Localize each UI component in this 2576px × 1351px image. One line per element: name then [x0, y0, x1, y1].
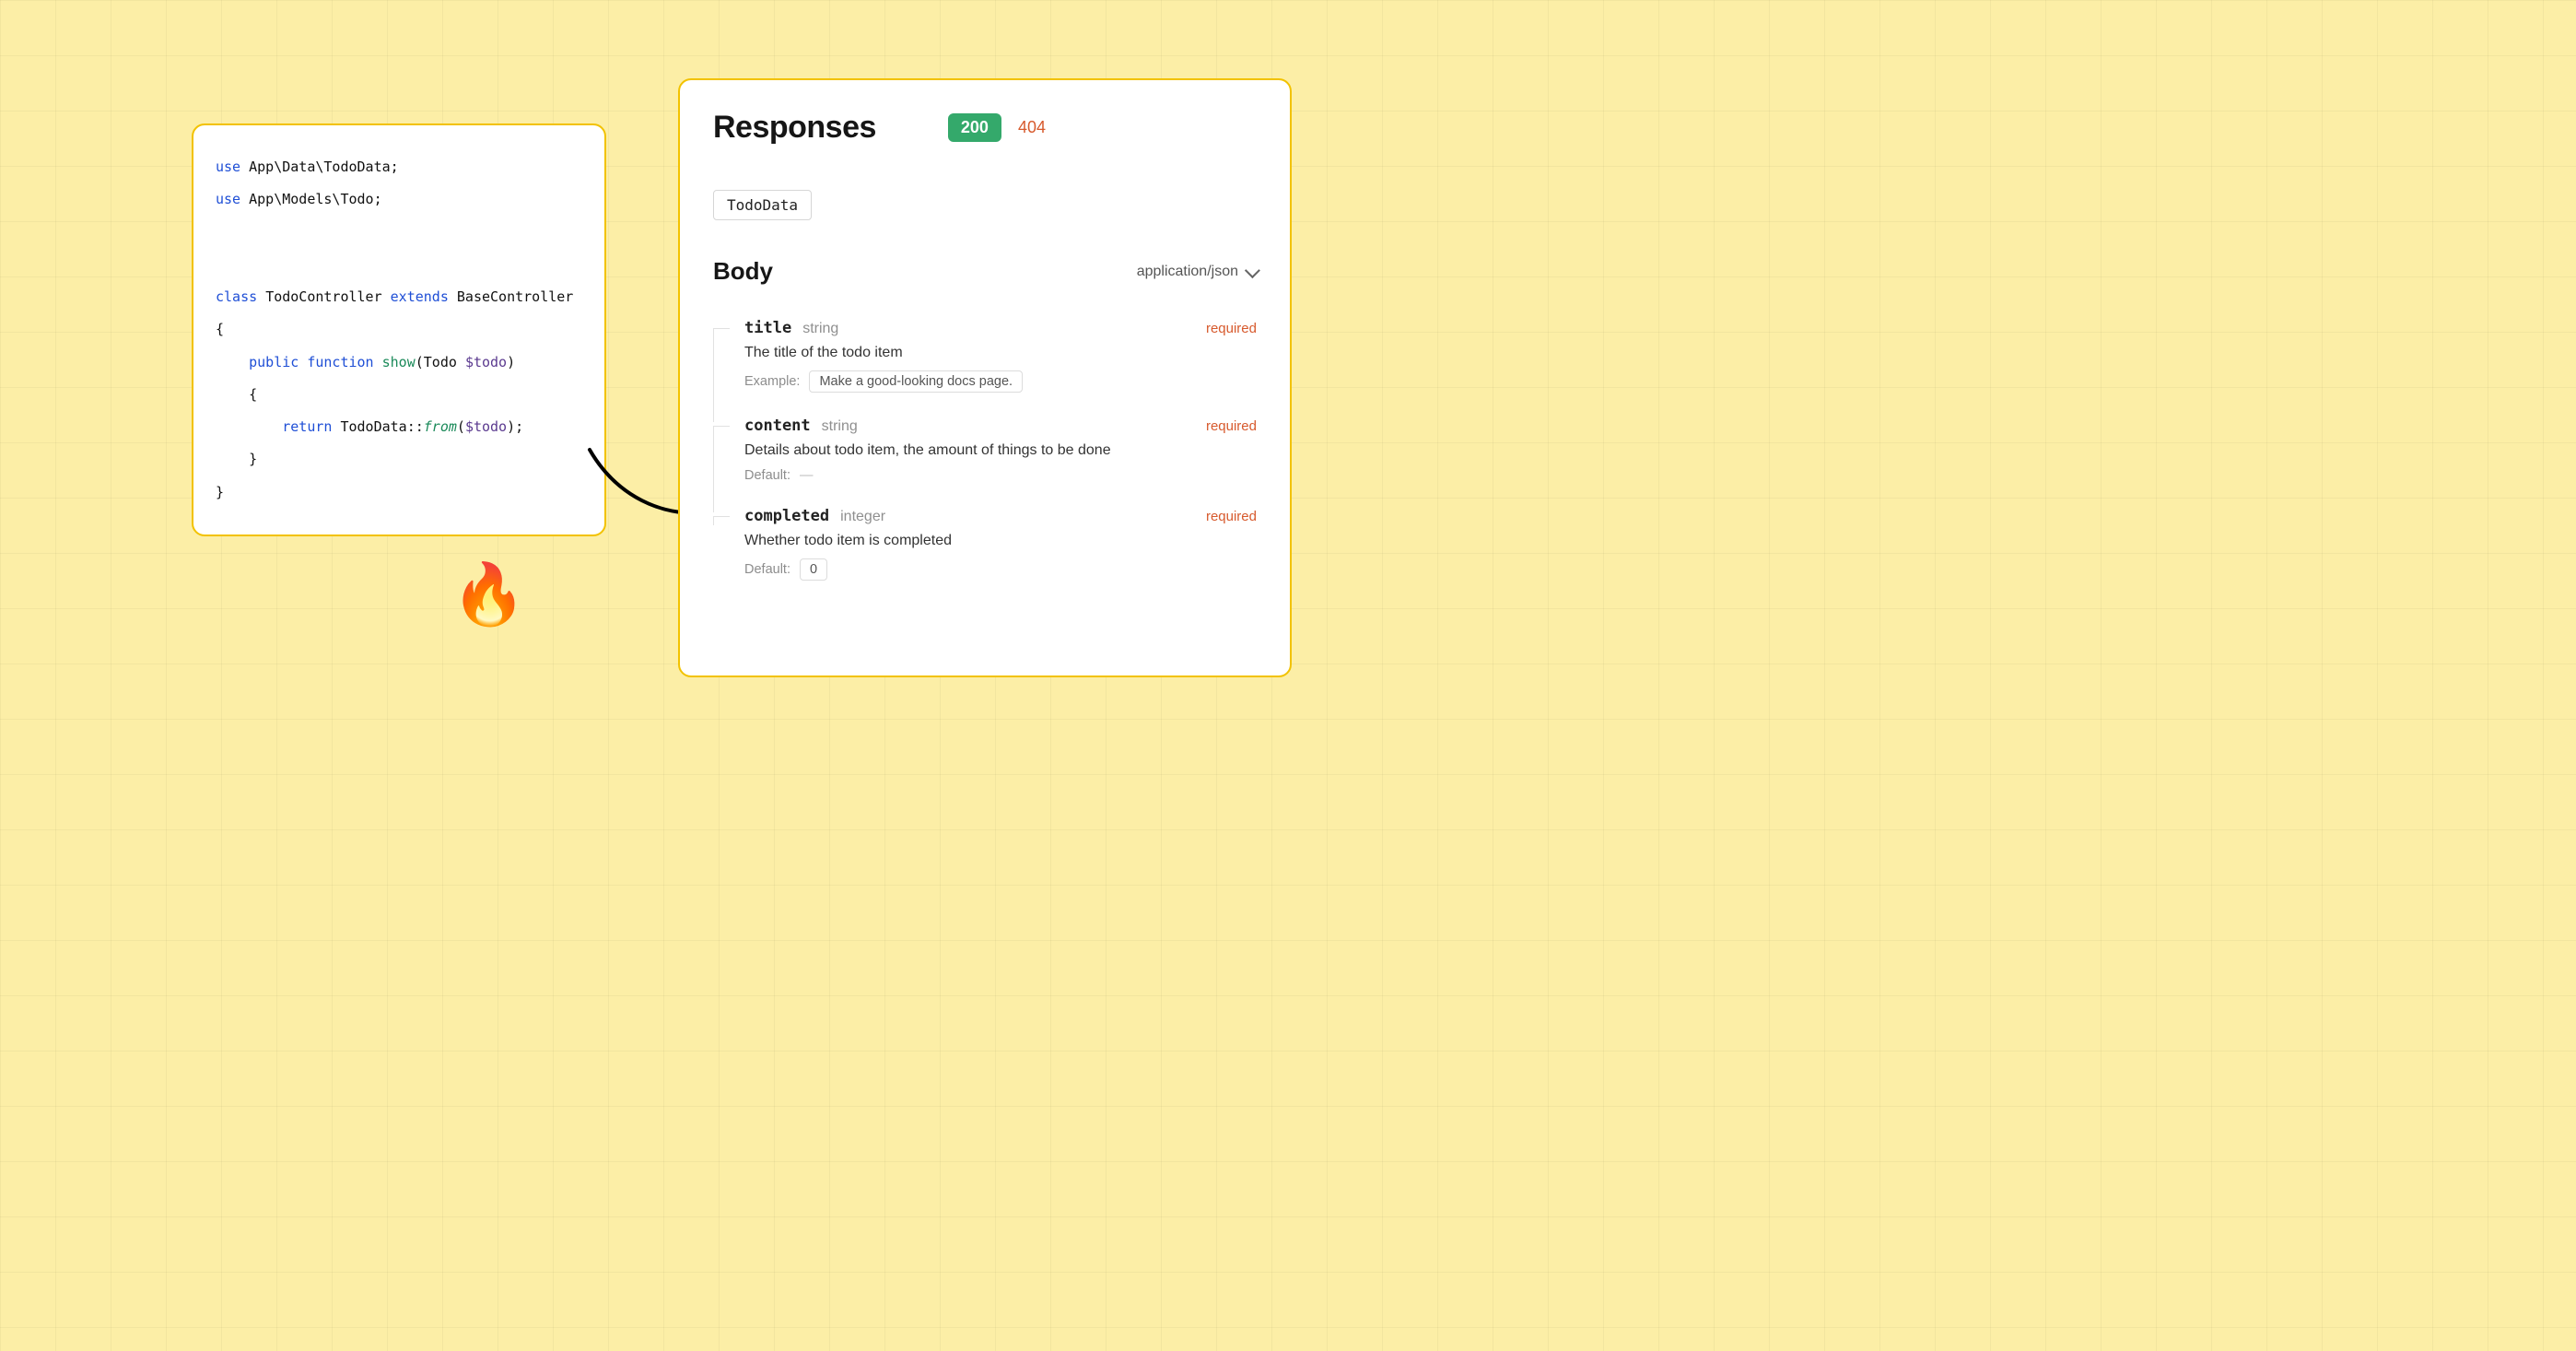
required-badge: required — [1206, 321, 1257, 336]
required-badge: required — [1206, 509, 1257, 524]
content-type-select[interactable]: application/json — [1137, 264, 1257, 280]
required-badge: required — [1206, 418, 1257, 434]
field-example-chip: Make a good-looking docs page. — [809, 370, 1023, 393]
field-name: content — [744, 417, 811, 435]
code-block: use App\Data\TodoData; use App\Models\To… — [216, 151, 582, 509]
field-type: string — [802, 321, 838, 337]
status-200-badge[interactable]: 200 — [948, 113, 1001, 142]
field-description: The title of the todo item — [744, 345, 1257, 361]
field-type: string — [822, 418, 858, 435]
field-name: completed — [744, 507, 829, 525]
field-meta-label: Default: — [744, 468, 790, 483]
field-name: title — [744, 319, 791, 337]
field-row: content string required Details about to… — [744, 417, 1257, 507]
fields-list: title string required The title of the t… — [713, 319, 1257, 605]
status-404-tab[interactable]: 404 — [1018, 118, 1046, 137]
field-default-empty: — — [800, 468, 815, 483]
code-card: use App\Data\TodoData; use App\Models\To… — [192, 123, 606, 536]
field-row: title string required The title of the t… — [744, 319, 1257, 417]
responses-title: Responses — [713, 110, 876, 146]
chevron-down-icon — [1245, 263, 1260, 278]
field-meta-label: Default: — [744, 562, 790, 577]
schema-chip[interactable]: TodoData — [713, 190, 812, 220]
fire-icon: 🔥 — [451, 564, 526, 624]
field-description: Whether todo item is completed — [744, 533, 1257, 549]
field-row: completed integer required Whether todo … — [744, 507, 1257, 605]
field-meta-label: Example: — [744, 374, 800, 389]
field-type: integer — [840, 509, 885, 525]
field-default-chip: 0 — [800, 558, 827, 581]
content-type-label: application/json — [1137, 264, 1238, 280]
field-description: Details about todo item, the amount of t… — [744, 442, 1257, 459]
body-heading: Body — [713, 257, 773, 286]
responses-card: Responses 200 404 TodoData Body applicat… — [678, 78, 1292, 677]
